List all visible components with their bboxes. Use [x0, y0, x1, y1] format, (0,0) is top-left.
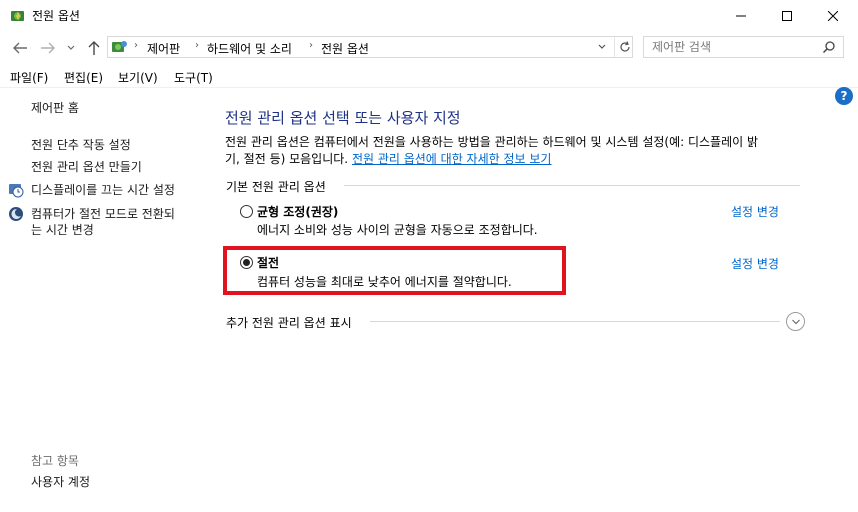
menu-bar: 파일(F) 편집(E) 보기(V) 도구(T): [0, 64, 858, 88]
menu-view[interactable]: 보기(V): [118, 69, 158, 86]
address-dropdown-button[interactable]: [592, 37, 612, 57]
address-bar[interactable]: › 제어판 › 하드웨어 및 소리 › 전원 옵션: [107, 36, 633, 58]
sidebar-power-button-settings[interactable]: 전원 단추 작동 설정: [31, 137, 131, 153]
search-box[interactable]: [643, 36, 844, 58]
recent-locations-button[interactable]: [64, 38, 78, 58]
selection-highlight-box: [223, 246, 566, 295]
refresh-button[interactable]: [614, 37, 634, 57]
plan-balanced-change-settings[interactable]: 설정 변경: [731, 203, 779, 220]
menu-tools[interactable]: 도구(T): [174, 69, 213, 86]
title-bar: 전원 옵션: [0, 0, 858, 32]
sidebar-display-off-time[interactable]: 디스플레이를 끄는 시간 설정: [31, 182, 175, 198]
back-button[interactable]: [10, 38, 30, 58]
sidebar-sleep-time-line2[interactable]: 는 시간 변경: [31, 222, 94, 238]
description-text-line2: 기, 절전 등) 모음입니다.: [225, 152, 352, 166]
sidebar-user-accounts[interactable]: 사용자 계정: [31, 474, 90, 490]
sidebar-control-panel-home[interactable]: 제어판 홈: [31, 100, 79, 116]
sleep-moon-icon: [8, 206, 24, 222]
plan-balanced-description: 에너지 소비와 성능 사이의 균형을 자동으로 조정합니다.: [257, 223, 538, 237]
plan-balanced-name[interactable]: 균형 조정(권장): [257, 203, 338, 220]
preferred-plans-heading: 기본 전원 관리 옵션: [226, 180, 326, 194]
display-clock-icon: [8, 182, 24, 198]
breadcrumb-hardware-sound[interactable]: 하드웨어 및 소리: [207, 40, 292, 57]
power-options-icon: [9, 7, 27, 25]
window-title: 전원 옵션: [32, 9, 80, 23]
close-button[interactable]: [810, 0, 856, 32]
search-icon[interactable]: [822, 40, 838, 54]
breadcrumb-separator-icon[interactable]: ›: [309, 40, 313, 51]
help-icon[interactable]: ?: [835, 87, 853, 105]
breadcrumb-separator-icon[interactable]: ›: [134, 40, 138, 51]
up-button[interactable]: [84, 38, 104, 58]
expand-chevron-icon[interactable]: [786, 312, 805, 331]
section-divider: [370, 321, 780, 322]
sidebar-create-power-plan[interactable]: 전원 관리 옵션 만들기: [31, 159, 142, 175]
plan-power-saver-change-settings[interactable]: 설정 변경: [731, 255, 779, 272]
maximize-button[interactable]: [764, 0, 810, 32]
page-title: 전원 관리 옵션 선택 또는 사용자 지정: [225, 109, 461, 127]
menu-file[interactable]: 파일(F): [10, 69, 48, 86]
search-input[interactable]: [644, 37, 820, 57]
more-info-link[interactable]: 전원 관리 옵션에 대한 자세한 정보 보기: [352, 152, 552, 166]
section-divider: [344, 185, 800, 186]
page-description: 전원 관리 옵션은 컴퓨터에서 전원을 사용하는 방법을 관리하는 하드웨어 및…: [225, 134, 805, 168]
breadcrumb-separator-icon[interactable]: ›: [195, 40, 199, 51]
control-panel-icon: [111, 39, 129, 55]
menu-edit[interactable]: 편집(E): [64, 69, 103, 86]
breadcrumb-control-panel[interactable]: 제어판: [147, 40, 180, 57]
show-additional-plans-label[interactable]: 추가 전원 관리 옵션 표시: [226, 314, 352, 331]
plan-balanced-radio[interactable]: [240, 205, 253, 218]
sidebar-sleep-time-line1[interactable]: 컴퓨터가 절전 모드로 전환되: [31, 206, 175, 222]
description-text-line1: 전원 관리 옵션은 컴퓨터에서 전원을 사용하는 방법을 관리하는 하드웨어 및…: [225, 135, 759, 149]
minimize-button[interactable]: [718, 0, 764, 32]
breadcrumb-power-options[interactable]: 전원 옵션: [321, 40, 369, 57]
see-also-heading: 참고 항목: [31, 454, 79, 468]
forward-button[interactable]: [38, 38, 58, 58]
